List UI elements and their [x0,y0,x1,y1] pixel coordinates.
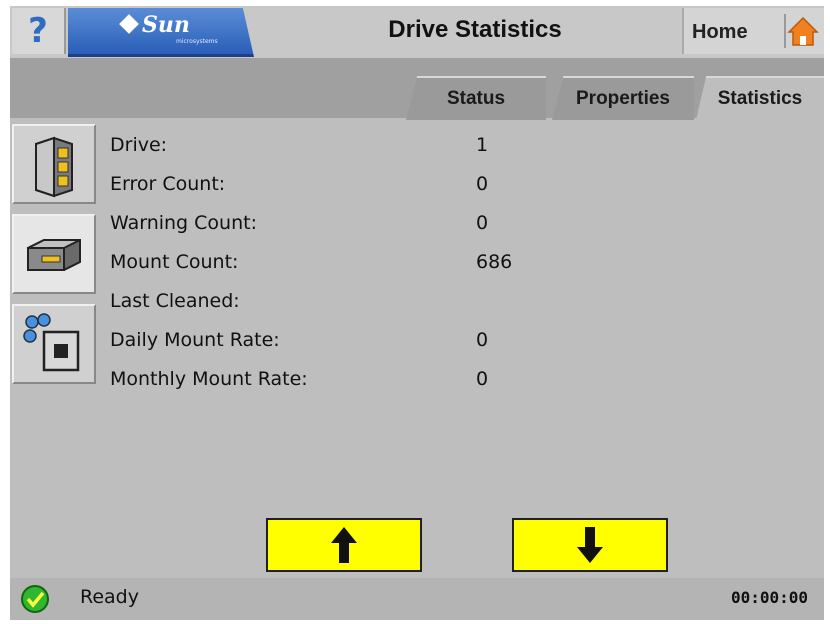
tab-status[interactable]: Status [406,76,546,120]
stat-row-last-cleaned: Last Cleaned: [110,284,710,320]
stat-row-drive: Drive: 1 [110,128,710,164]
stat-label: Drive: [110,134,168,156]
brand-subtitle: microsystems [176,38,218,45]
side-button-media[interactable] [12,304,96,384]
home-label: Home [692,21,748,43]
status-text: Ready [80,586,139,608]
tab-bar: Status Properties Statistics [10,58,824,120]
tab-statistics-label: Statistics [717,88,803,109]
arrow-down-icon [577,527,603,563]
scroll-down-button[interactable] [512,518,668,572]
scroll-up-button[interactable] [266,518,422,572]
sun-diamond-icon [119,14,139,34]
tab-properties-label: Properties [576,88,670,109]
page-title: Drive Statistics [388,16,562,43]
stat-row-monthly-mount-rate: Monthly Mount Rate: 0 [110,362,710,398]
sun-logo: Sun microsystems [68,8,254,57]
stat-label: Monthly Mount Rate: [110,368,308,390]
help-label: ? [28,11,48,51]
tab-status-label: Status [446,88,506,109]
library-icon [35,136,73,198]
stat-value: 686 [476,251,513,273]
header-bar: ? Sun microsystems Drive Statistics Home [10,6,824,58]
home-button[interactable]: Home [682,8,824,54]
stat-value: 0 [476,173,489,195]
status-clock: 00:00:00 [730,588,808,607]
stat-label: Mount Count: [110,251,239,273]
stat-value: 0 [476,368,489,390]
tab-statistics[interactable]: Statistics [696,76,824,120]
stat-row-mount-count: Mount Count: 686 [110,245,710,281]
stat-row-daily-mount-rate: Daily Mount Rate: 0 [110,323,710,359]
stat-label: Last Cleaned: [110,290,240,312]
stat-label: Daily Mount Rate: [110,329,280,351]
media-icon [23,313,80,372]
drive-icon [27,239,81,271]
stat-row-warning-count: Warning Count: 0 [110,206,710,242]
home-icon [784,14,820,48]
stat-label: Error Count: [110,173,226,195]
help-button[interactable]: ? [12,8,66,54]
checkmark-ok-icon [21,585,49,613]
side-button-library[interactable] [12,124,96,204]
stat-value: 0 [476,329,489,351]
stat-value: 0 [476,212,489,234]
touch-panel-screen: ? Sun microsystems Drive Statistics Home… [10,6,824,620]
brand-name: Sun [142,12,190,38]
stat-row-error-count: Error Count: 0 [110,167,710,203]
status-bar: Ready 00:00:00 [10,578,824,620]
tab-properties[interactable]: Properties [552,76,694,120]
stat-value: 1 [476,134,489,156]
arrow-up-icon [331,527,357,563]
side-button-drive[interactable] [12,214,96,294]
stat-label: Warning Count: [110,212,257,234]
